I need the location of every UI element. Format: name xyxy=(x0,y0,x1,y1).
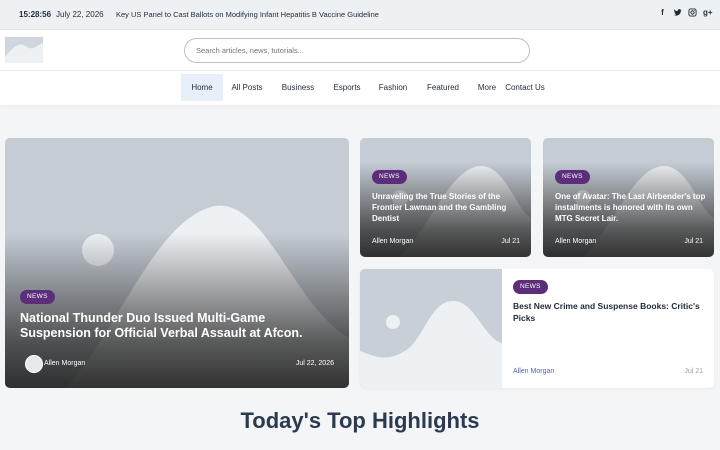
google-plus-icon[interactable]: g+ xyxy=(703,8,713,18)
featured-card-4-author[interactable]: Allen Morgan xyxy=(513,368,554,375)
highlights-title: Today's Top Highlights xyxy=(240,408,480,433)
featured-main-author[interactable]: Allen Morgan xyxy=(44,360,85,367)
featured-main-card[interactable]: NEWS National Thunder Duo Issued Multi-G… xyxy=(5,138,349,388)
nav-all-posts[interactable]: All Posts xyxy=(227,74,267,101)
featured-card-4-title[interactable]: Best New Crime and Suspense Books: Criti… xyxy=(513,301,703,324)
nav-esports[interactable]: Esports xyxy=(328,74,366,101)
top-bar: 15:28:56 July 22, 2026 Key US Panel to C… xyxy=(0,0,720,30)
featured-card-3[interactable]: NEWS One of Avatar: The Last Airbender's… xyxy=(543,138,714,257)
featured-card-2[interactable]: NEWS Unraveling the True Stories of the … xyxy=(360,138,531,257)
featured-card-4-date: Jul 21 xyxy=(684,368,703,375)
current-date: July 22, 2026 xyxy=(56,10,104,19)
nav-more[interactable]: More xyxy=(474,74,500,101)
category-badge[interactable]: NEWS xyxy=(513,280,548,294)
featured-card-3-date: Jul 21 xyxy=(684,238,703,245)
facebook-icon[interactable]: f xyxy=(658,8,667,18)
instagram-icon[interactable] xyxy=(688,8,697,18)
category-badge[interactable]: NEWS xyxy=(555,170,590,184)
featured-card-3-title[interactable]: One of Avatar: The Last Airbender's top … xyxy=(555,191,707,224)
main-nav: Home All Posts Business Esports Fashion … xyxy=(0,71,720,105)
nav-featured[interactable]: Featured xyxy=(422,74,464,101)
nav-home[interactable]: Home xyxy=(181,74,223,101)
site-header xyxy=(0,30,720,71)
featured-main-date: Jul 22, 2026 xyxy=(295,360,334,367)
site-logo[interactable] xyxy=(5,37,43,63)
nav-contact-us[interactable]: Contact Us xyxy=(503,74,547,101)
nav-business[interactable]: Business xyxy=(277,74,319,101)
author-avatar xyxy=(25,355,43,373)
featured-card-2-author[interactable]: Allen Morgan xyxy=(372,238,413,245)
clock-time: 15:28:56 xyxy=(19,10,52,19)
nav-fashion[interactable]: Fashion xyxy=(374,74,412,101)
social-links: f g+ xyxy=(658,8,712,18)
card-image xyxy=(360,269,502,388)
image-placeholder-icon xyxy=(360,269,502,388)
search-input[interactable] xyxy=(184,38,530,63)
featured-card-2-title[interactable]: Unraveling the True Stories of the Front… xyxy=(372,191,522,224)
featured-card-2-date: Jul 21 xyxy=(501,238,520,245)
category-badge[interactable]: NEWS xyxy=(372,170,407,184)
category-badge[interactable]: NEWS xyxy=(20,290,55,304)
featured-card-3-author[interactable]: Allen Morgan xyxy=(555,238,596,245)
twitter-icon[interactable] xyxy=(673,8,682,18)
featured-card-4[interactable]: NEWS Best New Crime and Suspense Books: … xyxy=(360,269,714,388)
news-ticker[interactable]: Key US Panel to Cast Ballots on Modifyin… xyxy=(116,10,379,19)
featured-main-title[interactable]: National Thunder Duo Issued Multi-Game S… xyxy=(20,311,335,341)
